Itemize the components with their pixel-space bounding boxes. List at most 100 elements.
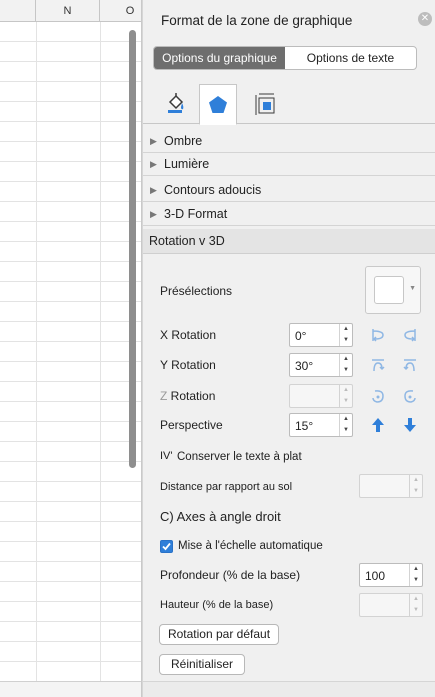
decrement-icon[interactable]: ▼ [340, 335, 352, 346]
grid-row[interactable] [0, 422, 141, 442]
grid-row[interactable] [0, 82, 141, 102]
grid-row[interactable] [0, 602, 141, 622]
grid-row[interactable] [0, 222, 141, 242]
section-glow[interactable]: ▶ Lumière [143, 153, 435, 176]
grid-row[interactable] [0, 62, 141, 82]
distance-from-ground-stepper[interactable]: ▲ ▼ [359, 474, 423, 498]
increment-icon[interactable]: ▲ [410, 564, 422, 575]
stepper-arrows[interactable]: ▲ ▼ [339, 324, 352, 346]
rotate-cw-z-icon[interactable] [399, 385, 421, 407]
grid-row[interactable] [0, 42, 141, 62]
presets-label: Présélections [160, 284, 233, 298]
close-button[interactable]: ✕ [418, 12, 432, 26]
rotate-ccw-z-icon[interactable] [367, 385, 389, 407]
section-3d-rotation[interactable]: Rotation v 3D [143, 229, 435, 254]
presets-dropdown[interactable]: ▼ [365, 266, 421, 314]
decrement-icon[interactable]: ▼ [410, 575, 422, 586]
grid-row[interactable] [0, 122, 141, 142]
grid-row[interactable] [0, 182, 141, 202]
column-header-n[interactable]: N [36, 0, 100, 22]
perspective-decrease-icon[interactable] [399, 414, 421, 436]
rotate-down-y-icon[interactable] [399, 354, 421, 376]
default-rotation-button[interactable]: Rotation par défaut [159, 624, 279, 645]
depth-stepper[interactable]: 100 ▲ ▼ [359, 563, 423, 587]
decrement-icon[interactable]: ▼ [410, 486, 422, 497]
spreadsheet-grid[interactable]: N O [0, 0, 142, 697]
increment-icon[interactable]: ▲ [340, 324, 352, 335]
stepper-arrows[interactable]: ▲ ▼ [339, 354, 352, 376]
grid-row[interactable] [0, 542, 141, 562]
stepper-arrows[interactable]: ▲ ▼ [409, 564, 422, 586]
grid-row[interactable] [0, 642, 141, 662]
grid-row[interactable] [0, 402, 141, 422]
keep-text-flat-label[interactable]: Conserver le texte à plat [177, 451, 302, 463]
grid-row[interactable] [0, 102, 141, 122]
rotate-left-x-icon[interactable] [367, 324, 389, 346]
grid-row[interactable] [0, 162, 141, 182]
increment-icon[interactable]: ▲ [340, 354, 352, 365]
right-angle-axes-checkbox[interactable]: C) Axes à angle droit [160, 509, 281, 524]
grid-row[interactable] [0, 482, 141, 502]
rotate-up-y-icon[interactable] [367, 354, 389, 376]
grid-row[interactable] [0, 502, 141, 522]
grid-row[interactable] [0, 202, 141, 222]
height-stepper[interactable]: ▲ ▼ [359, 593, 423, 617]
grid-row[interactable] [0, 462, 141, 482]
fill-line-tab[interactable] [157, 84, 195, 124]
column-header-o[interactable]: O [100, 0, 141, 22]
grid-row[interactable] [0, 282, 141, 302]
section-label: 3-D Format [164, 207, 228, 221]
section-soft-edges[interactable]: ▶ Contours adoucis [143, 179, 435, 202]
grid-row[interactable] [0, 582, 141, 602]
autoscale-checkbox[interactable] [160, 540, 173, 553]
increment-icon[interactable]: ▲ [340, 414, 352, 425]
stepper-arrows[interactable]: ▲ ▼ [339, 414, 352, 436]
decrement-icon[interactable]: ▼ [410, 605, 422, 616]
grid-row[interactable] [0, 142, 141, 162]
stepper-arrows[interactable]: ▲ ▼ [409, 475, 422, 497]
perspective-value[interactable]: 15° [295, 419, 313, 433]
grid-row[interactable] [0, 622, 141, 642]
increment-icon[interactable]: ▲ [340, 385, 352, 396]
grid-row[interactable] [0, 262, 141, 282]
y-rotation-value[interactable]: 30° [295, 359, 313, 373]
perspective-stepper[interactable]: 15° ▲ ▼ [289, 413, 353, 437]
decrement-icon[interactable]: ▼ [340, 425, 352, 436]
grid-row[interactable] [0, 302, 141, 322]
keep-text-flat-checkbox[interactable]: IV' [160, 450, 173, 462]
effects-tab[interactable] [199, 84, 237, 125]
stepper-arrows[interactable]: ▲ ▼ [339, 385, 352, 407]
perspective-increase-icon[interactable] [367, 414, 389, 436]
reset-button[interactable]: Réinitialiser [159, 654, 245, 675]
tab-text-options[interactable]: Options de texte [285, 47, 416, 69]
grid-row[interactable] [0, 242, 141, 262]
size-properties-tab[interactable] [247, 84, 285, 124]
tab-chart-options[interactable]: Options du graphique [154, 47, 285, 69]
grid-row[interactable] [0, 522, 141, 542]
section-3d-format[interactable]: ▶ 3-D Format [143, 203, 435, 226]
decrement-icon[interactable]: ▼ [340, 396, 352, 407]
rotate-right-x-icon[interactable] [399, 324, 421, 346]
grid-row[interactable] [0, 362, 141, 382]
grid-row[interactable] [0, 22, 141, 42]
z-rotation-stepper[interactable]: ▲ ▼ [289, 384, 353, 408]
decrement-icon[interactable]: ▼ [340, 365, 352, 376]
depth-value[interactable]: 100 [365, 569, 385, 583]
stepper-arrows[interactable]: ▲ ▼ [409, 594, 422, 616]
column-header-m[interactable] [0, 0, 36, 22]
increment-icon[interactable]: ▲ [410, 475, 422, 486]
grid-row[interactable] [0, 382, 141, 402]
grid-row[interactable] [0, 662, 141, 682]
grid-row[interactable] [0, 322, 141, 342]
vertical-scrollbar[interactable] [129, 30, 136, 468]
increment-icon[interactable]: ▲ [410, 594, 422, 605]
section-shadow[interactable]: ▶ Ombre [143, 130, 435, 153]
y-rotation-stepper[interactable]: 30° ▲ ▼ [289, 353, 353, 377]
grid-row[interactable] [0, 342, 141, 362]
x-rotation-stepper[interactable]: 0° ▲ ▼ [289, 323, 353, 347]
grid-row[interactable] [0, 562, 141, 582]
expand-triangle-icon: ▶ [150, 184, 157, 195]
autoscale-label[interactable]: Mise à l'échelle automatique [178, 540, 323, 552]
x-rotation-value[interactable]: 0° [295, 329, 306, 343]
grid-row[interactable] [0, 442, 141, 462]
